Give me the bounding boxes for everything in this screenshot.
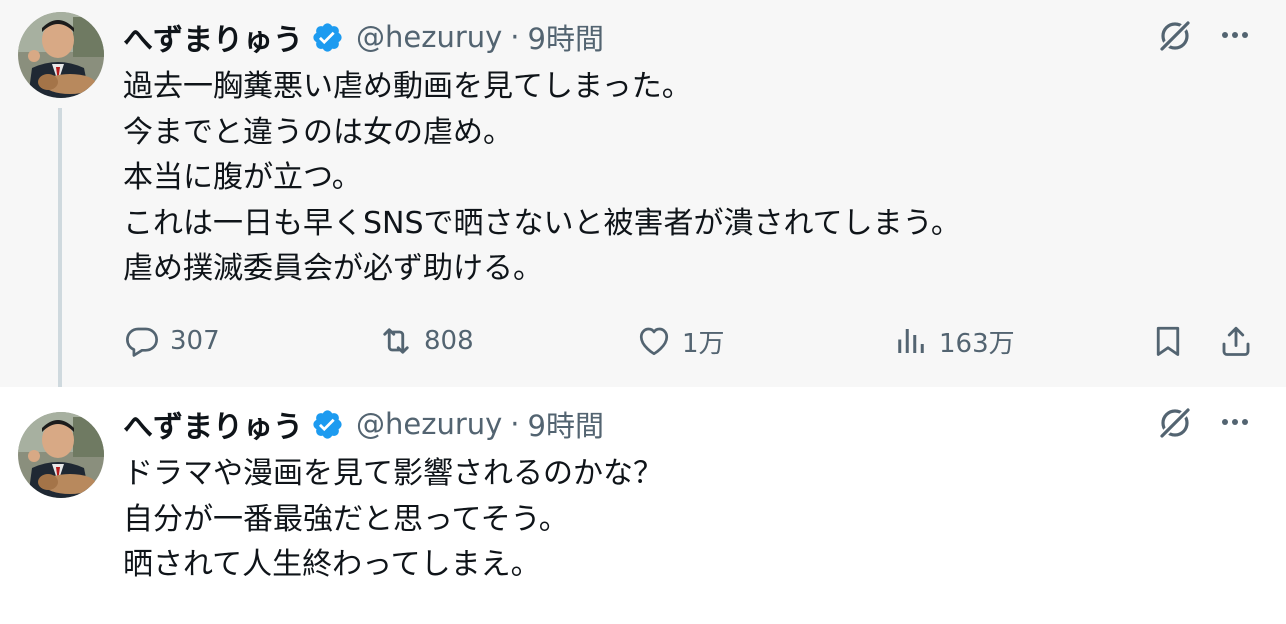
action-bar: 307 808 1万 163万 [0, 318, 1286, 364]
like-icon [639, 327, 669, 356]
author-name[interactable]: へずまりゅう [123, 402, 303, 446]
author-handle[interactable]: @hezuruy [356, 407, 502, 441]
verified-badge-icon [313, 22, 342, 52]
tweet-text-line: ドラマや漫画を見て影響されるのかな？ [123, 456, 663, 491]
reply-button[interactable]: 307 [124, 318, 220, 364]
avatar[interactable] [18, 12, 104, 98]
avatar[interactable] [18, 412, 104, 498]
tweet-header: へずまりゅう @hezuruy · 9時間 [123, 402, 604, 446]
tweet-1[interactable]: へずまりゅう @hezuruy · 9時間 過去一胸糞悪い虐め動画を見てしまった… [0, 0, 1286, 387]
more-icon[interactable] [1217, 17, 1253, 53]
grok-icon[interactable] [1155, 402, 1195, 442]
grok-icon[interactable] [1155, 15, 1195, 55]
verified-badge-icon [313, 409, 342, 439]
author-name[interactable]: へずまりゅう [123, 15, 303, 59]
separator: · [510, 407, 520, 441]
tweet-text-line: 本当に腹が立つ。 [123, 160, 362, 195]
reply-count: 307 [170, 326, 220, 356]
views-count: 163万 [939, 328, 1015, 359]
timestamp[interactable]: 9時間 [528, 16, 604, 58]
tweet-text-line: 過去一胸糞悪い虐め動画を見てしまった。 [123, 69, 692, 104]
bookmark-button[interactable] [1150, 318, 1186, 364]
bookmark-icon [1156, 326, 1180, 356]
tweet-text-line: 自分が一番最強だと思ってそう。 [123, 501, 569, 537]
tweet-text-line: これは一日も早くSNSで晒さないと被害者が潰されてしまう。 [123, 205, 961, 241]
tweet-2[interactable]: へずまりゅう @hezuruy · 9時間 ドラマや漫画を見て影響されるのかな？… [0, 387, 1286, 624]
author-handle[interactable]: @hezuruy [356, 20, 502, 54]
tweet-text-line: 晒されて人生終わってしまえ。 [123, 547, 541, 582]
share-button[interactable] [1218, 318, 1254, 364]
share-icon [1222, 326, 1250, 356]
views-button[interactable]: 163万 [893, 318, 1015, 364]
repost-icon [383, 328, 409, 354]
tweet-text: ドラマや漫画を見て影響されるのかな？ 自分が一番最強だと思ってそう。 晒されて人… [123, 451, 1243, 588]
tweet-text-line: 今までと違うのは女の虐め。 [123, 114, 513, 150]
tweet-text-line: 虐め撲滅委員会が必ず助ける。 [123, 251, 543, 286]
tweet-text: 過去一胸糞悪い虐め動画を見てしまった。 今までと違うのは女の虐め。 本当に腹が立… [123, 64, 1243, 292]
tweet-header: へずまりゅう @hezuruy · 9時間 [123, 15, 604, 59]
timestamp[interactable]: 9時間 [528, 403, 604, 445]
views-icon [898, 329, 924, 353]
like-count: 1万 [682, 328, 725, 359]
repost-count: 808 [424, 326, 474, 356]
more-icon[interactable] [1217, 404, 1253, 440]
reply-icon [126, 327, 158, 357]
repost-button[interactable]: 808 [378, 318, 474, 364]
like-button[interactable]: 1万 [636, 318, 725, 364]
separator: · [510, 20, 520, 54]
